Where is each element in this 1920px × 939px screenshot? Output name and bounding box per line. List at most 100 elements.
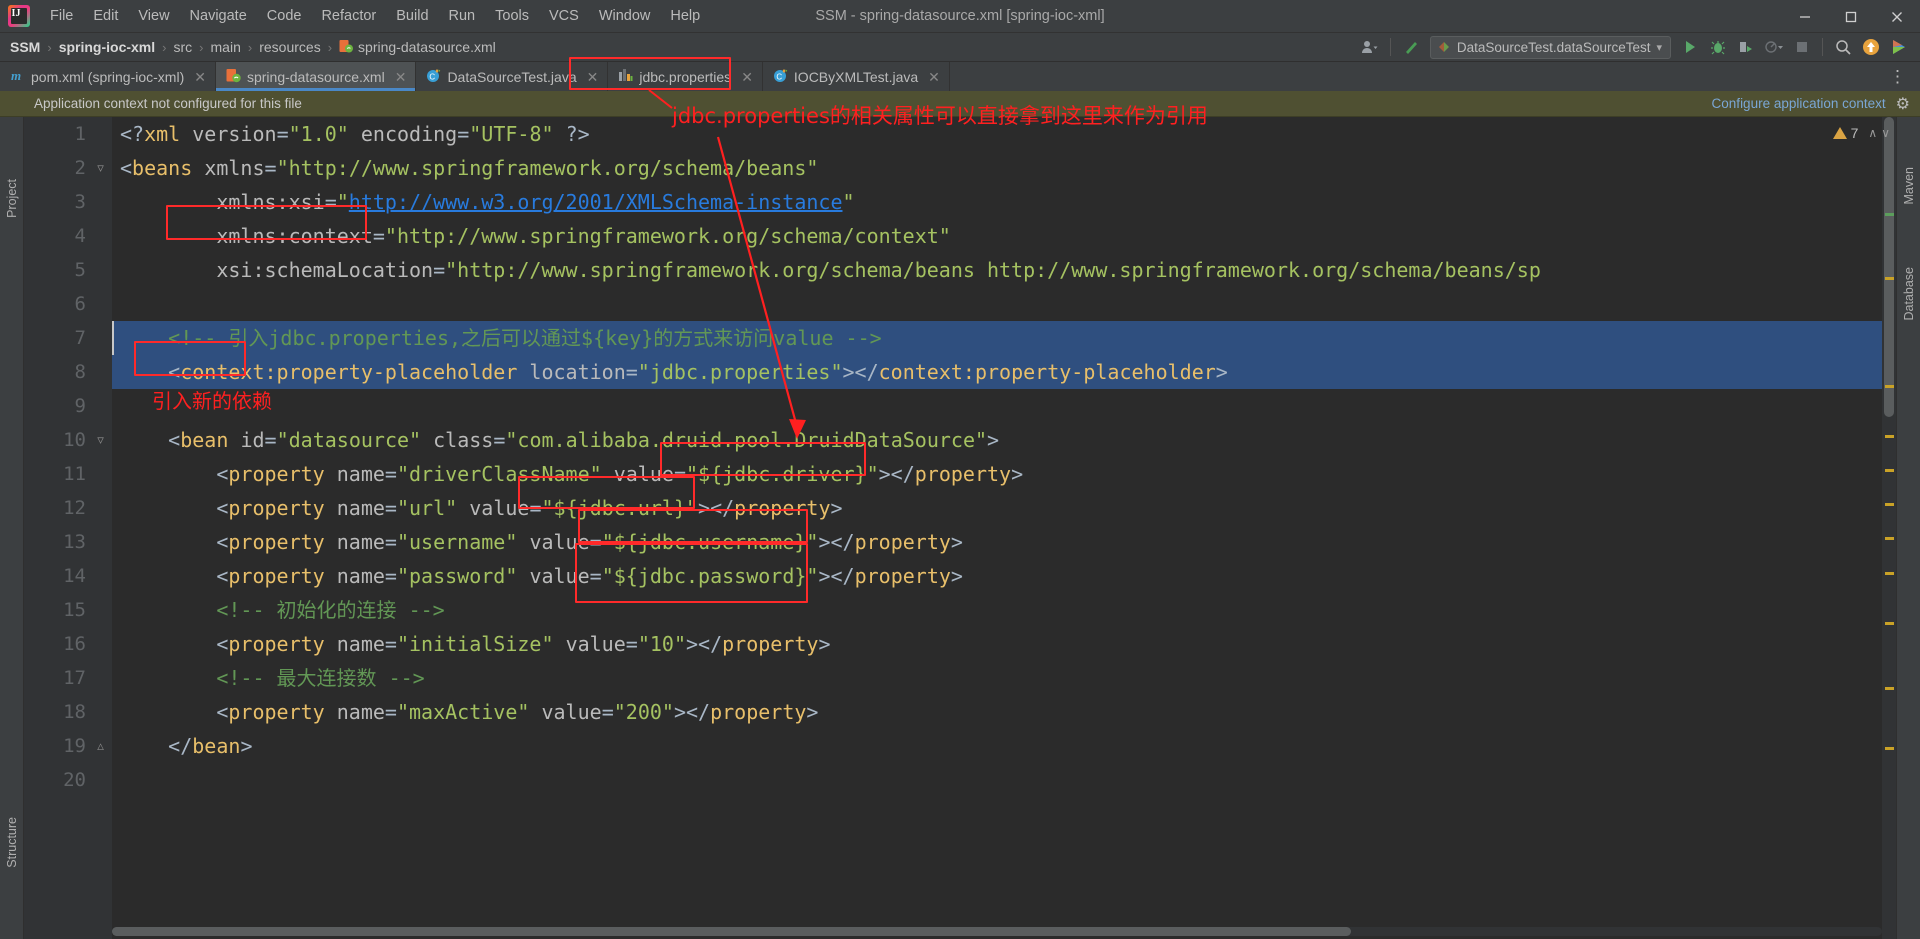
user-icon[interactable]	[1357, 35, 1383, 59]
code-line[interactable]: </bean>	[112, 729, 1882, 763]
run-icon[interactable]	[1677, 35, 1703, 59]
configure-application-context-link[interactable]: Configure application context	[1712, 96, 1886, 111]
fold-collapse-icon[interactable]: ▽	[94, 161, 107, 175]
code-line[interactable]: xsi:schemaLocation="http://www.springfra…	[112, 253, 1882, 287]
tool-window-structure[interactable]: Structure	[5, 817, 19, 868]
horizontal-scrollbar-thumb[interactable]	[112, 927, 1351, 936]
breadcrumb-main[interactable]: main	[211, 39, 241, 55]
menu-run[interactable]: Run	[439, 6, 486, 27]
breadcrumb-ssm[interactable]: SSM	[10, 39, 40, 55]
gear-icon[interactable]: ⚙	[1896, 94, 1910, 114]
tab-close-icon[interactable]: ✕	[194, 70, 206, 84]
code-line[interactable]: <property name="url" value="${jdbc.url}"…	[112, 491, 1882, 525]
breadcrumb-resources[interactable]: resources	[259, 39, 320, 55]
fold-collapse-icon[interactable]: ▽	[94, 433, 107, 447]
code-line[interactable]: <property name="driverClassName" value="…	[112, 457, 1882, 491]
code-token: "	[336, 190, 349, 214]
menu-refactor[interactable]: Refactor	[311, 6, 386, 27]
tab-pom-xml[interactable]: m pom.xml (spring-ioc-xml) ✕	[0, 62, 216, 91]
code-token: class	[433, 428, 494, 452]
code-token: "datasource"	[276, 428, 422, 452]
code-line[interactable]: <!-- 最大连接数 -->	[112, 661, 1882, 695]
code-token: </	[168, 734, 193, 758]
menu-file[interactable]: File	[40, 6, 83, 27]
scrollbar-thumb[interactable]	[1884, 117, 1894, 417]
tab-label: DataSourceTest.java	[447, 68, 577, 85]
debug-icon[interactable]	[1705, 35, 1731, 59]
breadcrumb-src[interactable]: src	[174, 39, 193, 55]
code-line[interactable]: <!-- 引入jdbc.properties,之后可以通过${key}的方式来访…	[112, 321, 1882, 355]
code-line[interactable]: xmlns:context="http://www.springframewor…	[112, 219, 1882, 253]
search-icon[interactable]	[1830, 35, 1856, 59]
tab-overflow[interactable]: ⋮	[1881, 62, 1920, 91]
menu-window[interactable]: Window	[589, 6, 661, 27]
prev-problem-icon[interactable]: ∧	[1868, 126, 1877, 140]
close-button[interactable]	[1874, 0, 1920, 33]
code-token: property	[854, 530, 951, 554]
code-token: ></	[818, 530, 855, 554]
tab-close-icon[interactable]: ✕	[928, 70, 940, 84]
editor-gutter[interactable]: 1 2 ▽ 3 4 5 6 7 8 9 10 ▽ 11 12 13 14 15 16 17 18 19 △ 20	[24, 117, 112, 939]
maven-icon: m	[10, 68, 25, 86]
code-token: property	[228, 496, 325, 520]
build-icon[interactable]	[1398, 35, 1424, 59]
code-content[interactable]: <?xml version="1.0" encoding="UTF-8" ?> <…	[112, 117, 1882, 939]
editor-scrollbar[interactable]	[1882, 117, 1896, 939]
code-line[interactable]: <property name="maxActive" value="200"><…	[112, 695, 1882, 729]
inspection-widget[interactable]: 7 ∧ ∨	[1832, 125, 1890, 141]
code-token: =	[264, 156, 277, 180]
profiler-icon[interactable]	[1761, 35, 1787, 59]
code-token: "url"	[396, 496, 458, 520]
menu-view[interactable]: View	[128, 6, 179, 27]
tool-window-project[interactable]: Project	[5, 179, 19, 218]
code-line[interactable]	[112, 287, 1882, 321]
stop-icon[interactable]	[1789, 35, 1815, 59]
tool-window-maven[interactable]: Maven	[1902, 167, 1916, 205]
code-token: name	[336, 632, 385, 656]
code-line[interactable]: <property name="password" value="${jdbc.…	[112, 559, 1882, 593]
more-options-icon[interactable]: ⋮	[1881, 67, 1914, 87]
run-with-coverage-icon[interactable]	[1733, 35, 1759, 59]
tab-iocbyxmltest-java[interactable]: C IOCByXMLTest.java ✕	[762, 62, 950, 91]
code-line[interactable]: <beans xmlns="http://www.springframework…	[112, 151, 1882, 185]
tab-close-icon[interactable]: ✕	[587, 70, 599, 84]
code-line[interactable]: <property name="initialSize" value="10">…	[112, 627, 1882, 661]
menu-help[interactable]: Help	[660, 6, 710, 27]
run-configuration-selector[interactable]: DataSourceTest.dataSourceTest ▾	[1429, 35, 1671, 59]
menu-build[interactable]: Build	[386, 6, 438, 27]
next-problem-icon[interactable]: ∨	[1881, 126, 1890, 140]
warning-marker	[1885, 622, 1894, 625]
maximize-button[interactable]	[1828, 0, 1874, 33]
tab-close-icon[interactable]: ✕	[395, 70, 407, 84]
code-line[interactable]: xmlns:xsi="http://www.w3.org/2001/XMLSch…	[112, 185, 1882, 219]
code-token: property	[734, 496, 831, 520]
update-project-icon[interactable]	[1858, 35, 1884, 59]
menu-code[interactable]: Code	[257, 6, 312, 27]
code-line[interactable]: <!-- 初始化的连接 -->	[112, 593, 1882, 627]
code-line[interactable]: <property name="username" value="${jdbc.…	[112, 525, 1882, 559]
tool-window-database[interactable]: Database	[1902, 267, 1916, 321]
horizontal-scrollbar[interactable]	[112, 927, 1882, 936]
tab-jdbc-properties[interactable]: jdbc.properties ✕	[608, 62, 763, 91]
menu-tools[interactable]: Tools	[485, 6, 539, 27]
tab-spring-datasource-xml[interactable]: spring-datasource.xml ✕	[215, 62, 417, 91]
code-token: location	[529, 360, 626, 384]
code-line[interactable]: <?xml version="1.0" encoding="UTF-8" ?>	[112, 117, 1882, 151]
breadcrumb-spring-datasource-xml[interactable]: spring-datasource.xml	[339, 39, 496, 56]
tab-close-icon[interactable]: ✕	[741, 70, 753, 84]
ide-features-icon[interactable]	[1886, 35, 1912, 59]
fold-expand-icon[interactable]: △	[94, 739, 107, 753]
menu-navigate[interactable]: Navigate	[180, 6, 257, 27]
menu-edit[interactable]: Edit	[83, 6, 128, 27]
code-line[interactable]: <context:property-placeholder location="…	[112, 355, 1882, 389]
code-line[interactable]	[112, 763, 1882, 797]
menu-vcs[interactable]: VCS	[539, 6, 589, 27]
breadcrumb-spring-ioc-xml[interactable]: spring-ioc-xml	[59, 39, 155, 55]
code-line[interactable]	[112, 389, 1882, 423]
minimize-button[interactable]	[1782, 0, 1828, 33]
code-line[interactable]: <bean id="datasource" class="com.alibaba…	[112, 423, 1882, 457]
code-token: <	[168, 428, 181, 452]
tab-datasourcetest-java[interactable]: C DataSourceTest.java ✕	[416, 62, 609, 91]
